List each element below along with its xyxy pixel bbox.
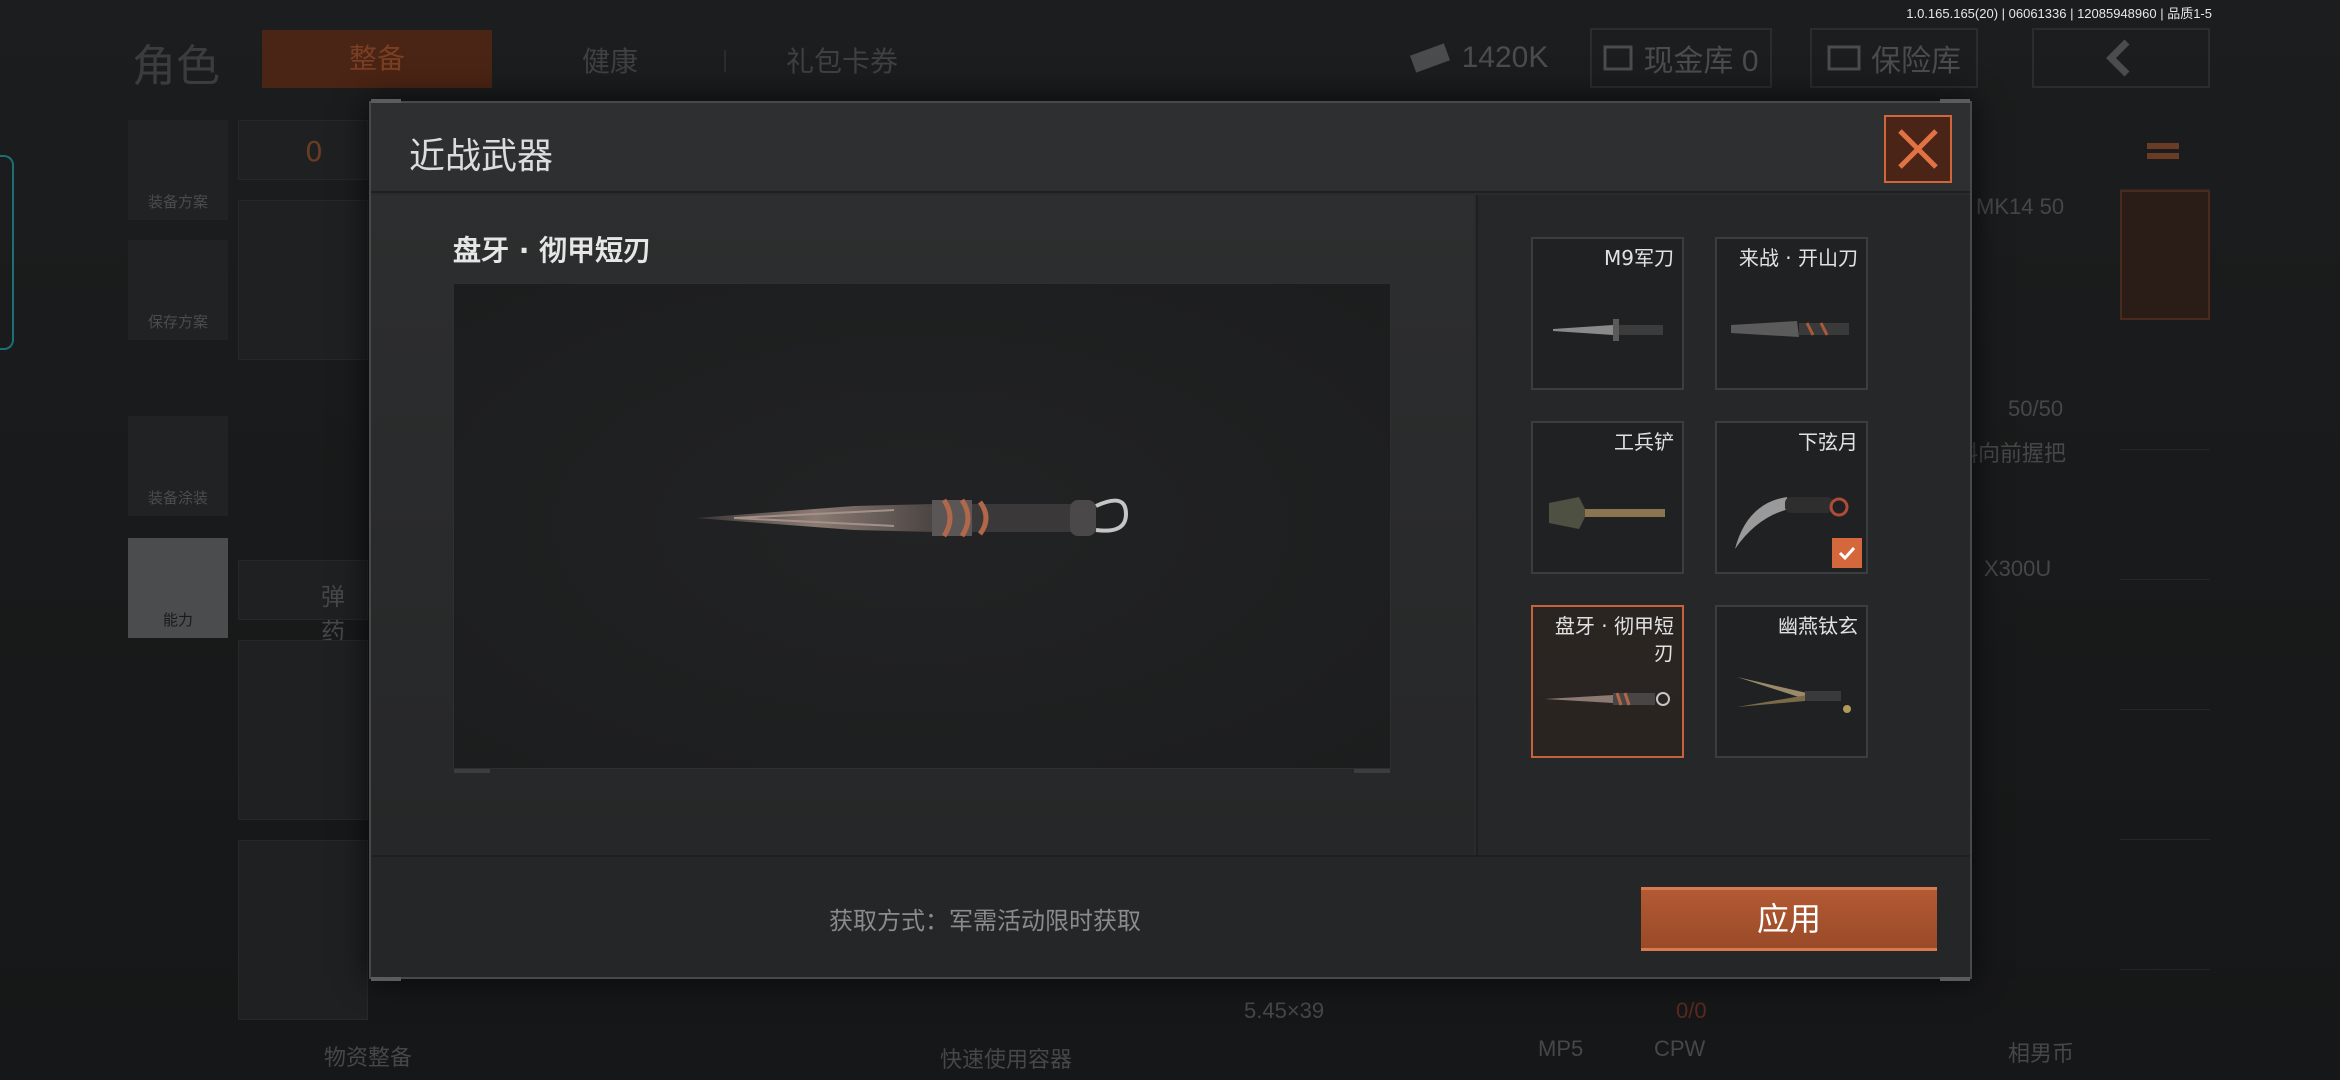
mp5-label: MP5 (1538, 1036, 1584, 1061)
shovel-icon (1549, 497, 1665, 529)
bg-slot (238, 840, 368, 1020)
supply-label: 物资整备 (324, 1045, 413, 1070)
apply-button[interactable]: 应用 (1641, 887, 1937, 951)
scope-slot[interactable] (2120, 840, 2210, 970)
back-button[interactable] (2032, 28, 2210, 88)
tab-health[interactable]: 健康 (582, 40, 638, 80)
cash-vault-label: 现金库 0 (1643, 45, 1759, 78)
weapon-item-name: M9军刀 (1604, 246, 1674, 270)
weapon-item-name: 来战 · 开山刀 (1738, 246, 1858, 270)
melee-weapon-dialog: 近战武器 盘牙 · 彻甲短刃 M9军刀 来战 · 开山刀 工兵铲 下弦月 盘牙 … (369, 99, 1972, 981)
cpw-label: CPW (1654, 1036, 1706, 1061)
stack-icon[interactable] (2120, 120, 2210, 190)
equipment-skin-label: 装备涂装 (147, 489, 208, 507)
stiletto-icon (696, 498, 1129, 538)
loadout-plan-label: 装备方案 (147, 193, 208, 211)
quick-container-label: 快速使用容器 (940, 1047, 1073, 1072)
weapon-item-name: 下弦月 (1798, 430, 1858, 454)
weapon-list-panel: M9军刀 来战 · 开山刀 工兵铲 下弦月 盘牙 · 彻甲短刃 幽燕钛玄 (1476, 195, 1970, 855)
dialog-header: 近战武器 (371, 103, 1970, 193)
left-edge-tab[interactable] (0, 155, 14, 350)
weapon-mk14-label: MK14 50 (1976, 194, 2065, 219)
save-plan-button[interactable]: 保存方案 (128, 240, 228, 340)
weapon-item-machete[interactable]: 来战 · 开山刀 (1715, 237, 1868, 390)
weapon-item-name: 幽燕钛玄 (1778, 614, 1858, 638)
bg-slot (238, 200, 368, 360)
tab-divider (724, 50, 726, 72)
stiletto-icon (1545, 692, 1670, 706)
right-slot-column (2120, 120, 2210, 1060)
machete-icon (1731, 321, 1849, 337)
zero-count-label: 0/0 (1676, 998, 1707, 1023)
weapon-item-shovel[interactable]: 工兵铲 (1531, 421, 1684, 574)
dialog-title: 近战武器 (409, 136, 554, 177)
magazine-slot[interactable] (2120, 580, 2210, 710)
check-icon (1838, 546, 1856, 561)
cash-vault-button[interactable]: 现金库 0 (1590, 28, 1772, 88)
currency-label: 相男币 (2008, 1041, 2075, 1066)
helmet-slot[interactable] (2120, 320, 2210, 450)
grip-label: 斜向前握把 (1956, 441, 2067, 466)
right-slot-selected[interactable] (2120, 190, 2210, 320)
safe-button[interactable]: 保险库 (1810, 28, 1978, 88)
page-title: 角色 (132, 41, 220, 92)
safe-label: 保险库 (1871, 45, 1961, 78)
twin-blade-icon (1737, 677, 1851, 713)
bullet-slot[interactable] (2120, 710, 2210, 840)
weapon-item-name: 盘牙 · 彻甲短刃 (1554, 614, 1674, 665)
save-plan-label: 保存方案 (147, 313, 208, 331)
weapon-item-karambit[interactable]: 下弦月 (1715, 421, 1868, 574)
tab-gift-vouchers[interactable]: 礼包卡券 (786, 40, 898, 80)
vault-icon (1603, 45, 1633, 71)
ammo-tab[interactable]: 弹药 (238, 560, 368, 646)
currency-display: 1420K (1398, 28, 1558, 88)
dialog-footer: 获取方式：军需活动限时获取 应用 (371, 855, 1970, 977)
preview-panel: 盘牙 · 彻甲短刃 (371, 195, 1474, 855)
equipment-skin-button[interactable]: 装备涂装 (128, 416, 228, 516)
vest-count: 0 (305, 135, 323, 168)
frame-decor (1354, 769, 1390, 773)
back-arrow-icon (2106, 39, 2130, 77)
cash-icon (1409, 43, 1450, 73)
tab-loadout[interactable]: 整备 (262, 30, 492, 88)
weapon-item-name: 工兵铲 (1614, 430, 1674, 454)
loadout-plan-button[interactable]: 装备方案 (128, 120, 228, 220)
rifle-slot[interactable] (2120, 450, 2210, 580)
preview-weapon-name: 盘牙 · 彻甲短刃 (453, 234, 652, 267)
close-icon (1898, 129, 1938, 169)
weapon-item-stiletto[interactable]: 盘牙 · 彻甲短刃 (1531, 605, 1684, 758)
weapon-item-m9[interactable]: M9军刀 (1531, 237, 1684, 390)
caliber-label: 5.45×39 (1244, 998, 1325, 1023)
version-text: 1.0.165.165(20) | 06061336 | 12085948960… (1906, 6, 2212, 21)
weapon-item-twin-blade[interactable]: 幽燕钛玄 (1715, 605, 1868, 758)
ammo-label: 弹药 (321, 583, 345, 646)
close-button[interactable] (1884, 115, 1952, 183)
vest-slot[interactable]: 0 (238, 120, 368, 180)
bayonet-icon (1553, 319, 1663, 341)
equipped-check-badge (1832, 538, 1862, 568)
safe-icon (1827, 45, 1861, 71)
bg-slot (238, 640, 368, 820)
weapon-preview-frame[interactable] (453, 283, 1391, 773)
ammo-count-label: 50/50 (2008, 396, 2064, 421)
frame-decor (454, 769, 490, 773)
currency-amount: 1420K (1461, 41, 1549, 74)
acquire-method-text: 获取方式：军需活动限时获取 (829, 907, 1141, 935)
ability-button[interactable]: 能力 (128, 538, 228, 638)
ability-label: 能力 (162, 611, 193, 629)
flashlight-label: X300U (1984, 556, 2052, 581)
